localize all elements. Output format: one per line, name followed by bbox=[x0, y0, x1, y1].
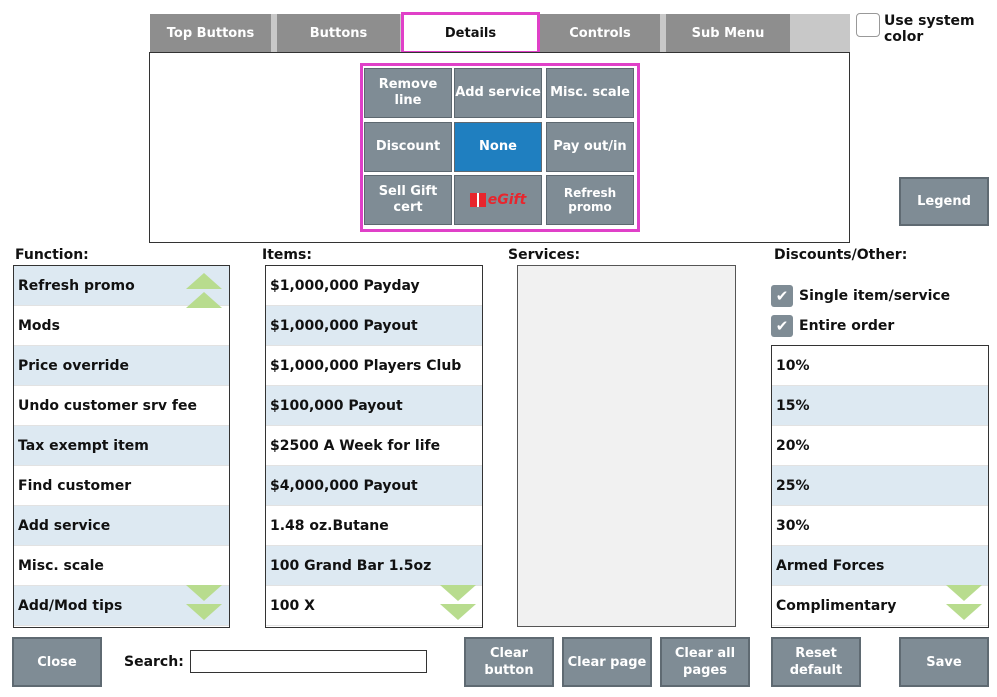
scroll-down-icon[interactable] bbox=[440, 585, 476, 601]
list-item[interactable]: 1.48 oz.Butane bbox=[266, 506, 482, 546]
list-item[interactable]: 100 Grand Bar 1.5oz bbox=[266, 546, 482, 586]
list-item[interactable]: 10% bbox=[772, 346, 988, 386]
gift-icon bbox=[469, 193, 486, 207]
discount-button[interactable]: Discount bbox=[364, 122, 452, 172]
discounts-header: Discounts/Other: bbox=[774, 247, 908, 263]
list-item[interactable]: Misc. scale bbox=[14, 546, 229, 586]
reset-default-button[interactable]: Reset default bbox=[771, 637, 861, 687]
scroll-down-icon[interactable] bbox=[186, 604, 222, 620]
list-item[interactable]: Add service bbox=[14, 506, 229, 546]
egift-label: eGift bbox=[487, 192, 527, 208]
list-item[interactable]: Armed Forces bbox=[772, 546, 988, 586]
list-item[interactable]: $100,000 Payout bbox=[266, 386, 482, 426]
tab-buttons[interactable]: Buttons bbox=[277, 14, 400, 52]
list-item[interactable]: Tax exempt item bbox=[14, 426, 229, 466]
scroll-down-icon[interactable] bbox=[946, 604, 982, 620]
list-item[interactable]: Find customer bbox=[14, 466, 229, 506]
tab-details[interactable]: Details bbox=[401, 12, 540, 54]
close-button[interactable]: Close bbox=[12, 637, 102, 687]
remove-line-button[interactable]: Remove line bbox=[364, 68, 452, 118]
refresh-promo-button[interactable]: Refresh promo bbox=[546, 175, 634, 225]
save-button[interactable]: Save bbox=[899, 637, 989, 687]
tab-sub-menu[interactable]: Sub Menu bbox=[666, 14, 790, 52]
tab-controls[interactable]: Controls bbox=[540, 14, 660, 52]
scroll-down-icon[interactable] bbox=[946, 585, 982, 601]
scroll-up-icon[interactable] bbox=[186, 292, 222, 308]
services-header: Services: bbox=[508, 247, 581, 263]
list-item[interactable]: 30% bbox=[772, 506, 988, 546]
list-item[interactable]: $1,000,000 Payout bbox=[266, 306, 482, 346]
clear-button-button[interactable]: Clear button bbox=[464, 637, 554, 687]
items-header: Items: bbox=[262, 247, 312, 263]
function-header: Function: bbox=[15, 247, 89, 263]
use-system-color-label: Use system color bbox=[884, 13, 975, 45]
pay-out-in-button[interactable]: Pay out/in bbox=[546, 122, 634, 172]
single-item-service-label: Single item/service bbox=[799, 288, 951, 304]
none-button[interactable]: None bbox=[454, 122, 542, 172]
tab-top-buttons[interactable]: Top Buttons bbox=[150, 14, 271, 52]
list-item[interactable]: Mods bbox=[14, 306, 229, 346]
clear-page-button[interactable]: Clear page bbox=[562, 637, 652, 687]
entire-order-label: Entire order bbox=[799, 318, 895, 334]
search-input[interactable] bbox=[190, 650, 427, 673]
list-item[interactable]: Price override bbox=[14, 346, 229, 386]
list-item[interactable]: Undo customer srv fee bbox=[14, 386, 229, 426]
check-icon[interactable]: ✔ bbox=[771, 285, 793, 307]
entire-order-option[interactable]: ✔ Entire order bbox=[771, 315, 894, 337]
add-service-button[interactable]: Add service bbox=[454, 68, 542, 118]
list-item[interactable]: $2500 A Week for life bbox=[266, 426, 482, 466]
scroll-down-icon[interactable] bbox=[440, 604, 476, 620]
scroll-up-icon[interactable] bbox=[186, 273, 222, 289]
list-item[interactable]: $4,000,000 Payout bbox=[266, 466, 482, 506]
list-item[interactable]: $1,000,000 Payday bbox=[266, 266, 482, 306]
function-list[interactable]: Refresh promo Mods Price override Undo c… bbox=[13, 265, 230, 628]
use-system-color-option[interactable]: Use system color bbox=[856, 13, 994, 45]
misc-scale-button[interactable]: Misc. scale bbox=[546, 68, 634, 118]
list-item[interactable]: 15% bbox=[772, 386, 988, 426]
use-system-color-checkbox[interactable] bbox=[856, 13, 880, 37]
search-label: Search: bbox=[124, 654, 184, 670]
sell-gift-cert-button[interactable]: Sell Gift cert bbox=[364, 175, 452, 225]
check-icon[interactable]: ✔ bbox=[771, 315, 793, 337]
list-item[interactable]: 20% bbox=[772, 426, 988, 466]
scroll-down-icon[interactable] bbox=[186, 585, 222, 601]
egift-button[interactable]: eGift bbox=[454, 175, 542, 225]
legend-button[interactable]: Legend bbox=[899, 177, 989, 226]
single-item-service-option[interactable]: ✔ Single item/service bbox=[771, 285, 950, 307]
clear-all-pages-button[interactable]: Clear all pages bbox=[660, 637, 750, 687]
services-list[interactable] bbox=[517, 265, 736, 627]
list-item[interactable]: $1,000,000 Players Club bbox=[266, 346, 482, 386]
egift-logo: eGift bbox=[469, 192, 527, 208]
list-item[interactable]: 25% bbox=[772, 466, 988, 506]
items-list[interactable]: $1,000,000 Payday $1,000,000 Payout $1,0… bbox=[265, 265, 483, 628]
